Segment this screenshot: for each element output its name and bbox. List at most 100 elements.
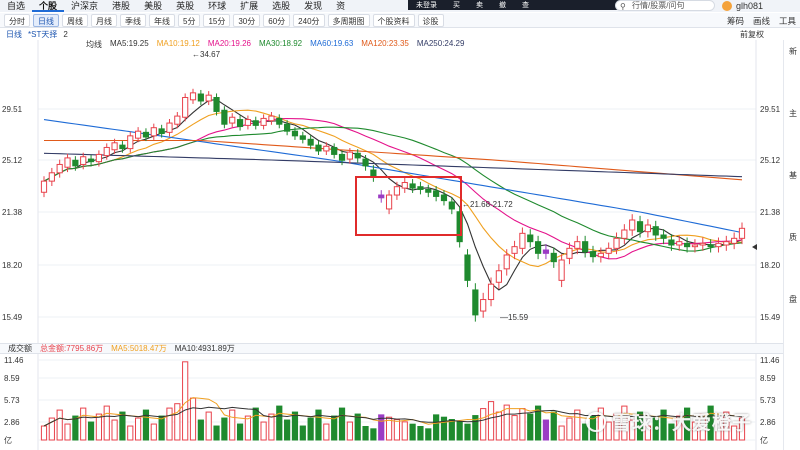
side-panel-item-2[interactable]: 基 xyxy=(789,170,797,181)
candle-body xyxy=(260,117,267,126)
candle xyxy=(378,190,385,203)
side-panel-item-0[interactable]: 新 xyxy=(789,46,797,57)
price-tick-right: 18.20 xyxy=(760,261,781,270)
volume-bar xyxy=(566,417,573,441)
candle-body xyxy=(158,128,165,135)
candle-body xyxy=(80,156,87,165)
candle-body xyxy=(542,249,550,254)
side-panel-item-4[interactable]: 盘 xyxy=(789,294,797,305)
volume-bar xyxy=(244,415,252,441)
chart-grid xyxy=(37,40,757,450)
candle-body xyxy=(433,190,440,197)
box-label: ←21.68-21.72 xyxy=(462,200,513,209)
candle-body xyxy=(503,254,510,270)
volume-bar xyxy=(268,413,275,441)
candle xyxy=(464,249,471,288)
candle-body xyxy=(354,152,361,159)
volume-bar xyxy=(527,413,534,441)
high-label: ←34.67 xyxy=(192,50,221,59)
candle xyxy=(534,235,542,260)
candle-body xyxy=(87,158,95,163)
candle xyxy=(707,239,714,253)
volume-bar xyxy=(119,411,126,441)
candle-body xyxy=(519,232,526,249)
candle-body xyxy=(668,239,675,246)
ma250-line xyxy=(43,152,743,178)
volume-bar xyxy=(252,407,259,441)
volume-bar xyxy=(550,411,557,441)
candle-body xyxy=(103,146,110,157)
volume-tick-right: 亿 xyxy=(760,435,768,445)
candle-body xyxy=(464,254,471,281)
volume-bar xyxy=(221,417,228,441)
volume-bar xyxy=(362,426,369,441)
volume-bar xyxy=(229,409,236,441)
candle-body xyxy=(142,131,150,138)
volume-bar xyxy=(605,421,612,441)
candle-body xyxy=(64,157,71,168)
volume-bar xyxy=(331,415,338,441)
volume-tick-right: 5.73 xyxy=(760,396,776,405)
candle xyxy=(299,131,306,144)
candle-body xyxy=(236,119,244,128)
candle-body xyxy=(346,151,353,160)
price-tick-left: 15.49 xyxy=(2,313,23,322)
candle-body xyxy=(299,135,306,140)
candle xyxy=(527,229,534,248)
volume-bar xyxy=(393,419,401,441)
watermark: 雪球：大爱橙子 xyxy=(612,413,753,434)
candle xyxy=(244,115,252,130)
candle xyxy=(213,93,220,116)
candle xyxy=(558,254,565,288)
volume-tick-left: 5.73 xyxy=(4,396,20,405)
volume-bar xyxy=(111,419,118,441)
volume-tick-right: 8.59 xyxy=(760,374,776,383)
candle xyxy=(307,135,314,150)
candle-body xyxy=(582,241,589,253)
candle-body xyxy=(221,109,228,125)
side-panel-item-1[interactable]: 主 xyxy=(789,108,797,119)
volume-bar xyxy=(72,415,79,441)
candle xyxy=(652,220,659,241)
candle-body xyxy=(166,122,173,133)
candle xyxy=(197,89,204,106)
candle-body xyxy=(448,201,455,210)
volume-bar xyxy=(64,423,71,441)
price-tick-left: 21.38 xyxy=(2,208,23,217)
candle-body xyxy=(558,259,565,281)
volume-bar xyxy=(260,421,267,441)
volume-bar xyxy=(182,361,189,441)
candle xyxy=(480,292,487,318)
candle-body xyxy=(393,186,401,196)
candle-body xyxy=(56,163,63,174)
candle-body xyxy=(385,194,393,210)
candle-body xyxy=(268,115,275,122)
candle-body xyxy=(495,270,502,283)
candle xyxy=(574,235,581,255)
volume-bar xyxy=(542,419,550,441)
candle xyxy=(48,167,55,186)
candle-body xyxy=(252,120,259,126)
volume-header: 成交额 总金额:7795.86万 MA5:5018.47万 MA10:4931.… xyxy=(0,343,800,354)
candle-body xyxy=(597,252,604,258)
volume-label[interactable]: 成交额 xyxy=(8,343,32,354)
candle-body xyxy=(715,242,722,248)
candle xyxy=(629,214,636,236)
candle-body xyxy=(636,221,644,233)
candle-body xyxy=(95,153,102,163)
candle xyxy=(699,237,706,251)
candle-body xyxy=(284,123,291,132)
side-panel-item-3[interactable]: 质 xyxy=(789,232,797,243)
volume-bar xyxy=(87,421,95,441)
candle-body xyxy=(244,119,252,126)
candle-body xyxy=(676,241,683,246)
volume-bar xyxy=(135,417,142,441)
kline-chart[interactable]: 29.51 29.51 25.12 25.12 21.38 21.38 18.20 18.20… xyxy=(0,0,800,450)
candle-body xyxy=(323,145,330,152)
candle-body xyxy=(629,219,636,231)
side-panel: 新主基质盘 xyxy=(783,40,800,450)
volume-bar xyxy=(409,423,416,441)
candle-body xyxy=(205,94,212,102)
candle-body xyxy=(707,244,714,248)
candle xyxy=(56,159,63,178)
